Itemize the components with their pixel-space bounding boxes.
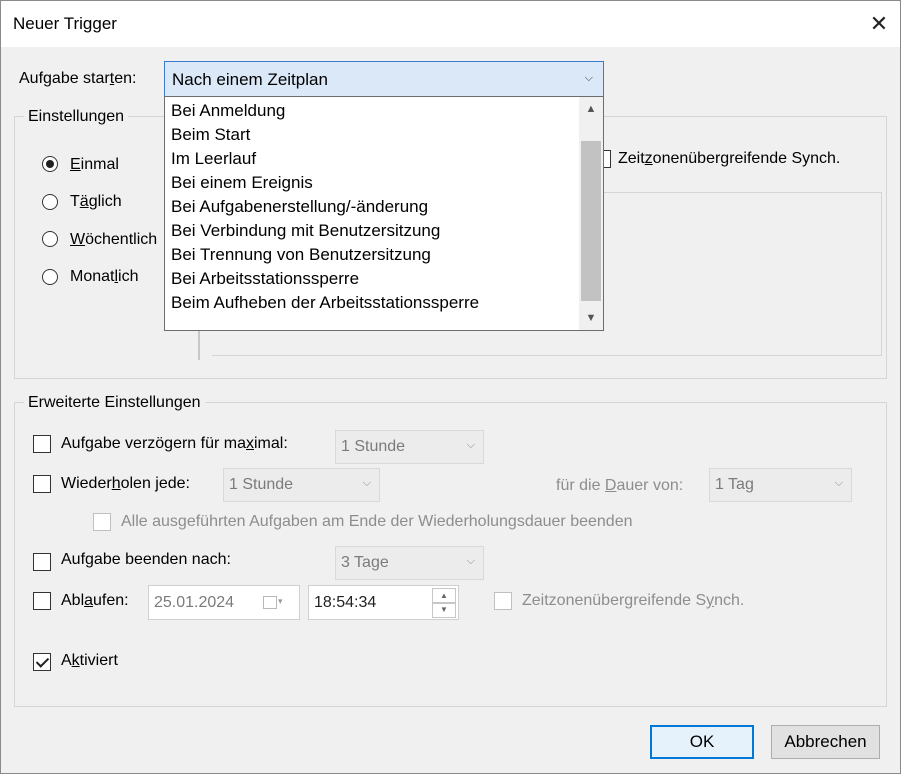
dropdown-option[interactable]: Bei Verbindung mit Benutzersitzung <box>171 221 440 241</box>
chevron-down-icon: ⌵ <box>584 72 593 84</box>
radio-once[interactable] <box>42 156 58 172</box>
stop-all-label: Alle ausgeführten Aufgaben am Ende der W… <box>121 513 633 530</box>
calendar-icon <box>263 596 277 609</box>
start-trigger-dropdown: Bei Anmeldung Beim Start Im Leerlauf Bei… <box>164 96 604 331</box>
stop-after-select[interactable]: 3 Tage ⌵ <box>335 546 484 580</box>
stop-after-label: Aufgabe beenden nach: <box>61 551 231 568</box>
radio-weekly-label: Wöchentlich <box>70 231 158 248</box>
repeat-checkbox[interactable] <box>33 475 51 493</box>
radio-monthly[interactable] <box>42 269 58 285</box>
delay-select[interactable]: 1 Stunde ⌵ <box>335 430 484 464</box>
dropdown-option[interactable]: Im Leerlauf <box>171 149 256 169</box>
enabled-checkbox[interactable] <box>33 653 51 671</box>
chevron-down-icon: ⌵ <box>466 439 475 452</box>
dropdown-option[interactable]: Bei Trennung von Benutzersitzung <box>171 245 431 265</box>
expire-label: Ablaufen: <box>61 592 129 609</box>
expire-time-input[interactable]: 18:54:34 ▲ ▼ <box>308 585 459 620</box>
dropdown-option[interactable]: Bei Arbeitsstationssperre <box>171 269 359 289</box>
advanced-settings-title: Erweiterte Einstellungen <box>24 394 205 412</box>
radio-monthly-label: Monatlich <box>70 268 139 285</box>
close-icon[interactable]: ✕ <box>864 9 894 39</box>
dropdown-option[interactable]: Bei Anmeldung <box>171 101 285 121</box>
window-title: Neuer Trigger <box>13 14 117 33</box>
stop-all-checkbox[interactable] <box>93 513 111 531</box>
start-trigger-label: Aufgabe starten: <box>19 70 137 87</box>
dropdown-scrollbar[interactable]: ▲ ▼ <box>579 97 603 330</box>
radio-weekly[interactable] <box>42 231 58 247</box>
expire-tz-checkbox[interactable] <box>494 592 512 610</box>
chevron-down-icon: ▾ <box>278 596 283 606</box>
repeat-label: Wiederholen jede: <box>61 475 190 492</box>
repeat-select[interactable]: 1 Stunde ⌵ <box>223 468 380 502</box>
time-spin-down-icon[interactable]: ▼ <box>432 602 456 618</box>
scroll-thumb[interactable] <box>581 141 601 301</box>
radio-once-label: Einmal <box>70 156 119 173</box>
chevron-down-icon: ⌵ <box>362 477 371 490</box>
chevron-down-icon: ⌵ <box>834 477 843 490</box>
scroll-up-icon[interactable]: ▲ <box>579 99 603 119</box>
duration-select[interactable]: 1 Tag ⌵ <box>709 468 852 502</box>
stop-after-checkbox[interactable] <box>33 553 51 571</box>
expire-date-picker[interactable]: 25.01.2024 ▾ <box>148 585 300 620</box>
dropdown-option[interactable]: Beim Aufheben der Arbeitsstationssperre <box>171 293 479 313</box>
settings-group-title: Einstellungen <box>24 108 129 126</box>
ok-button[interactable]: OK <box>650 725 754 759</box>
title-bar: Neuer Trigger ✕ <box>1 1 900 47</box>
expire-tz-label: Zeitzonenübergreifende Synch. <box>522 592 745 609</box>
radio-daily-label: Täglich <box>70 193 122 210</box>
expire-checkbox[interactable] <box>33 592 51 610</box>
dropdown-option[interactable]: Beim Start <box>171 125 250 145</box>
chevron-down-icon: ⌵ <box>466 555 475 568</box>
cancel-button[interactable]: Abbrechen <box>771 725 880 759</box>
dropdown-option[interactable]: Bei einem Ereignis <box>171 173 313 193</box>
radio-daily[interactable] <box>42 194 58 210</box>
delay-checkbox[interactable] <box>33 435 51 453</box>
tz-sync-label: Zeitzonenübergreifende Synch. <box>618 150 841 167</box>
scroll-down-icon[interactable]: ▼ <box>579 308 603 328</box>
enabled-label: Aktiviert <box>61 652 118 669</box>
delay-label: Aufgabe verzögern für maximal: <box>61 435 288 452</box>
duration-label: für die Dauer von: <box>556 477 684 494</box>
dropdown-option[interactable]: Bei Aufgabenerstellung/-änderung <box>171 197 428 217</box>
start-trigger-select[interactable]: Nach einem Zeitplan ⌵ <box>164 61 604 97</box>
